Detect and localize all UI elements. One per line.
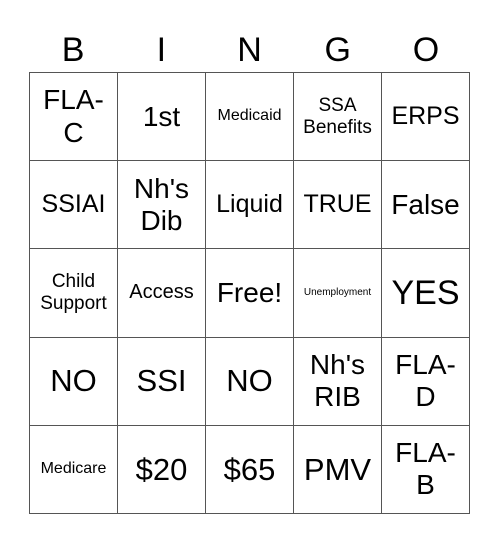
- header-letter-o: O: [412, 31, 440, 69]
- header-letter-n: N: [237, 31, 262, 69]
- cell-text: Nh's Dib: [133, 172, 190, 236]
- bingo-cell[interactable]: Medicaid: [206, 73, 294, 162]
- bingo-cell[interactable]: ERPS: [382, 73, 470, 162]
- cell-text: Unemployment: [303, 287, 372, 299]
- cell-text: NO: [226, 363, 273, 399]
- bingo-cell[interactable]: SSIAI: [30, 161, 118, 250]
- cell-text: PMV: [303, 451, 372, 487]
- bingo-cell[interactable]: FLA- B: [382, 425, 470, 514]
- bingo-cell[interactable]: Liquid: [206, 161, 294, 250]
- bingo-cell[interactable]: NO: [206, 337, 294, 426]
- bingo-cell free-space[interactable]: Free!: [206, 249, 294, 338]
- cell-text: False: [391, 188, 460, 220]
- bingo-cell[interactable]: YES: [382, 249, 470, 338]
- bingo-cell[interactable]: SSI: [118, 337, 206, 426]
- bingo-cell[interactable]: Nh's RIB: [294, 337, 382, 426]
- header-letter-b: B: [61, 31, 85, 69]
- bingo-cell[interactable]: Nh's Dib: [118, 161, 206, 250]
- cell-text: YES: [391, 273, 460, 312]
- cell-text: $65: [223, 451, 276, 487]
- bingo-cell[interactable]: SSA Benefits: [294, 73, 382, 162]
- bingo-cell[interactable]: TRUE: [294, 161, 382, 250]
- cell-text: SSA Benefits: [303, 94, 372, 138]
- cell-text: 1st: [142, 100, 181, 132]
- bingo-cell[interactable]: PMV: [294, 425, 382, 514]
- bingo-cell[interactable]: NO: [30, 337, 118, 426]
- cell-text: Free!: [216, 276, 283, 308]
- cell-text: TRUE: [303, 190, 372, 219]
- bingo-cell[interactable]: Access: [118, 249, 206, 338]
- cell-text: $20: [135, 451, 188, 487]
- bingo-grid: FLA- C 1st Medicaid SSA Benefits ERPS SS…: [29, 72, 470, 514]
- bingo-cell[interactable]: FLA- C: [30, 73, 118, 162]
- cell-text: Child Support: [40, 271, 107, 314]
- bingo-cell[interactable]: False: [382, 161, 470, 250]
- cell-text: NO: [50, 363, 97, 399]
- cell-text: Medicare: [40, 460, 107, 478]
- cell-text: Medicaid: [217, 107, 282, 125]
- cell-text: FLA- B: [395, 437, 456, 501]
- header-letter-g: G: [324, 31, 351, 69]
- bingo-header: B I N G O: [29, 28, 470, 72]
- cell-text: FLA- D: [395, 349, 456, 413]
- bingo-cell[interactable]: Medicare: [30, 425, 118, 514]
- cell-text: SSIAI: [41, 190, 106, 219]
- bingo-cell[interactable]: $65: [206, 425, 294, 514]
- cell-text: SSI: [136, 363, 187, 399]
- cell-text: Access: [129, 281, 194, 304]
- cell-text: FLA- C: [43, 84, 104, 148]
- header-letter-i: I: [156, 31, 167, 69]
- cell-text: ERPS: [391, 102, 460, 131]
- bingo-cell[interactable]: FLA- D: [382, 337, 470, 426]
- bingo-cell[interactable]: Child Support: [30, 249, 118, 338]
- bingo-cell[interactable]: 1st: [118, 73, 206, 162]
- bingo-cell[interactable]: Unemployment: [294, 249, 382, 338]
- cell-text: Liquid: [216, 190, 283, 219]
- bingo-cell[interactable]: $20: [118, 425, 206, 514]
- cell-text: Nh's RIB: [309, 349, 366, 413]
